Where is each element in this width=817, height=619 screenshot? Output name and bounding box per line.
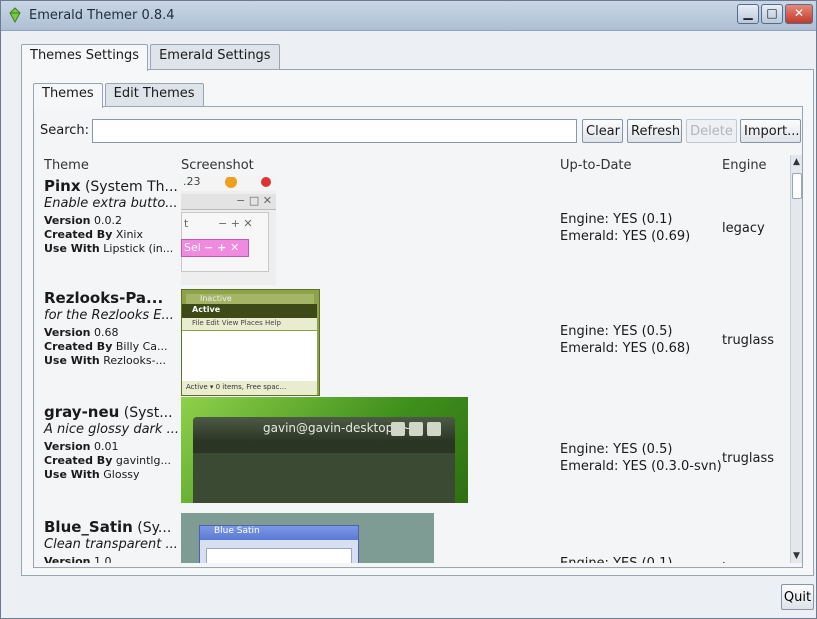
quit-button[interactable]: Quit (781, 584, 814, 610)
theme-row[interactable]: gray-neu (Syst... A nice glossy dark ...… (34, 397, 784, 507)
engine-status: Engine: YES (0.5) (560, 324, 673, 339)
tab-emerald-settings[interactable]: Emerald Settings (150, 44, 280, 70)
theme-screenshot: Inactive Active File Edit View Places He… (181, 289, 320, 396)
theme-version: 1.0 (90, 555, 112, 563)
themes-panel: Search: Clear Refresh Delete Import... T… (33, 106, 803, 568)
emerald-status: Emerald: YES (0.3.0-svn) (560, 459, 722, 474)
sub-tabs: Themes Edit Themes (33, 83, 206, 108)
column-up-to-date[interactable]: Up-to-Date (560, 158, 632, 173)
theme-use-with: Lipstick (in... (99, 242, 174, 255)
theme-row[interactable]: Blue_Satin (Sy... Clean transparent ... … (34, 513, 784, 563)
theme-name: Pinx (44, 177, 81, 195)
main-tabs: Themes Settings Emerald Settings (21, 44, 282, 71)
search-label: Search: (40, 123, 90, 138)
theme-name: gray-neu (44, 403, 120, 421)
theme-screenshot: .23 − □ ✕ t − + ✕ Sel − + ✕ (181, 177, 276, 285)
engine-name: truglass (722, 333, 775, 348)
search-input[interactable] (92, 119, 577, 143)
version-label: Version (44, 440, 91, 453)
theme-author: gavintlg... (112, 454, 171, 467)
tab-edit-themes[interactable]: Edit Themes (104, 83, 204, 107)
close-button[interactable]: ✕ (785, 4, 813, 24)
theme-list-scrollbar[interactable]: ▲ ▼ (790, 155, 802, 563)
theme-type: (Syst... (119, 405, 173, 421)
theme-row[interactable]: Pinx (System Th... Enable extra butto...… (34, 177, 784, 285)
version-label: Version (44, 326, 91, 339)
clear-button[interactable]: Clear (582, 119, 623, 143)
column-screenshot[interactable]: Screenshot (181, 158, 254, 173)
minimize-icon: ▁ (743, 6, 753, 20)
maximize-icon: □ (766, 6, 778, 20)
scroll-up-arrow-icon[interactable]: ▲ (793, 157, 800, 167)
theme-screenshot: gavin@gavin-desktop: ~ (181, 397, 468, 503)
theme-description: A nice glossy dark ... (44, 422, 179, 437)
emerald-gem-icon (9, 7, 21, 23)
theme-author: Billy Ca... (112, 340, 168, 353)
theme-list-header: Theme Screenshot Up-to-Date Engine (34, 155, 784, 175)
import-button[interactable]: Import... (740, 119, 801, 143)
emerald-status: Emerald: YES (0.69) (560, 229, 691, 244)
theme-list[interactable]: Pinx (System Th... Enable extra butto...… (34, 177, 784, 563)
minimize-button[interactable]: ▁ (737, 4, 759, 24)
scroll-thumb[interactable] (792, 173, 802, 199)
theme-name: Blue_Satin (44, 518, 133, 536)
theme-description: Clean transparent ... (44, 537, 178, 552)
theme-screenshot: Blue Satin (181, 513, 434, 563)
window-title: Emerald Themer 0.8.4 (29, 8, 175, 23)
engine-name: legacy (722, 221, 765, 236)
title-bar[interactable]: Emerald Themer 0.8.4 ▁ □ ✕ (1, 1, 816, 31)
theme-name: Rezlooks-Pa... (44, 289, 164, 307)
theme-version: 0.01 (90, 440, 119, 453)
scroll-down-arrow-icon[interactable]: ▼ (793, 551, 800, 561)
theme-type: (System Th... (80, 179, 178, 195)
theme-type: (Sy... (132, 520, 172, 536)
engine-name: legacy (722, 561, 765, 563)
use-with-label: Use With (44, 468, 100, 481)
theme-description: for the Rezlooks E... (44, 308, 174, 323)
use-with-label: Use With (44, 354, 100, 367)
theme-row[interactable]: Rezlooks-Pa... for the Rezlooks E... Ver… (34, 289, 784, 397)
themes-settings-panel: Themes Edit Themes Search: Clear Refresh… (21, 69, 814, 576)
engine-status: Engine: YES (0.1) (560, 555, 672, 563)
theme-use-with: Rezlooks-... (99, 354, 167, 367)
app-window: Emerald Themer 0.8.4 ▁ □ ✕ Themes Settin… (0, 0, 817, 619)
theme-version: 0.0.2 (90, 214, 123, 227)
emerald-status: Emerald: YES (0.68) (560, 341, 691, 356)
theme-version: 0.68 (90, 326, 119, 339)
refresh-button[interactable]: Refresh (627, 119, 682, 143)
theme-use-with: Glossy (99, 468, 140, 481)
use-with-label: Use With (44, 242, 100, 255)
tab-themes[interactable]: Themes (33, 83, 103, 108)
maximize-button[interactable]: □ (761, 4, 783, 24)
theme-author: Xinix (112, 228, 143, 241)
column-engine[interactable]: Engine (722, 158, 767, 173)
engine-name: truglass (722, 451, 775, 466)
created-by-label: Created By (44, 228, 113, 241)
version-label: Version (44, 555, 91, 563)
created-by-label: Created By (44, 340, 113, 353)
engine-status: Engine: YES (0.1) (560, 212, 673, 227)
close-icon: ✕ (793, 6, 805, 20)
engine-status: Engine: YES (0.5) (560, 442, 673, 457)
delete-button[interactable]: Delete (686, 119, 737, 143)
column-theme[interactable]: Theme (44, 158, 89, 173)
created-by-label: Created By (44, 454, 113, 467)
theme-description: Enable extra butto... (44, 196, 178, 211)
version-label: Version (44, 214, 91, 227)
tab-themes-settings[interactable]: Themes Settings (21, 44, 149, 71)
